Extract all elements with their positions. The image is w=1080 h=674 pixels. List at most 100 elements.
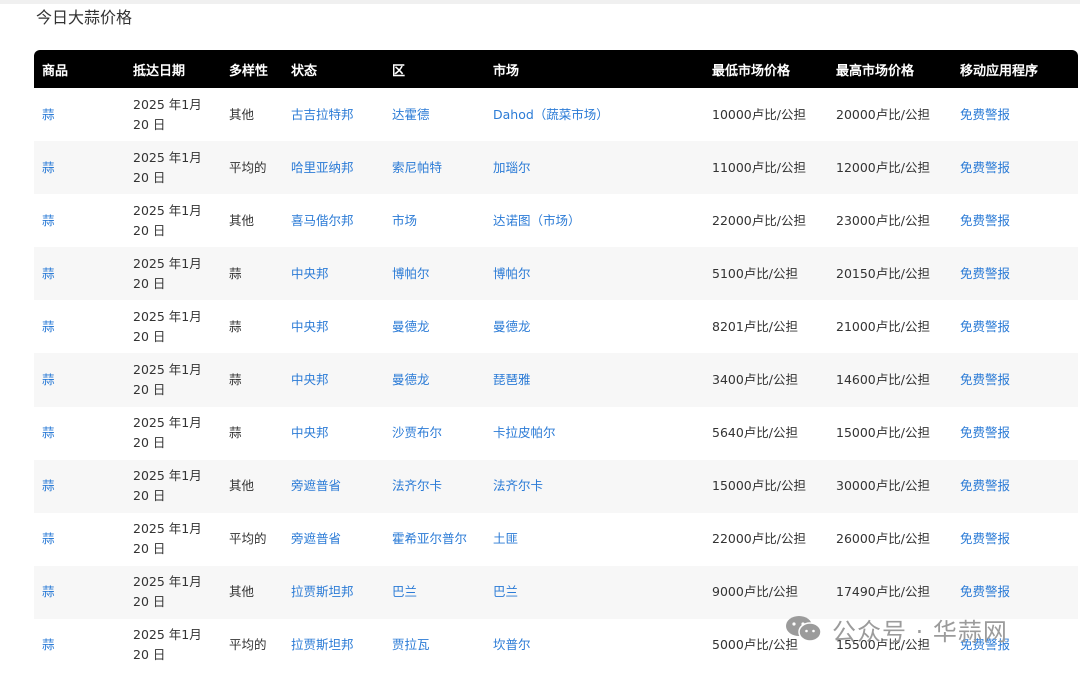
price-table: 商品 抵达日期 多样性 状态 区 市场 最低市场价格 最高市场价格 移动应用程序…: [34, 50, 1078, 673]
col-header-district[interactable]: 区: [384, 50, 485, 88]
cell-commodity[interactable]: 蒜: [42, 637, 55, 652]
cell-free-alert-link[interactable]: 免费警报: [960, 107, 1010, 122]
cell-free-alert-link[interactable]: 免费警报: [960, 319, 1010, 334]
cell-market[interactable]: 加瑙尔: [493, 160, 531, 175]
cell-free-alert-link[interactable]: 免费警报: [960, 160, 1010, 175]
cell-max-price: 17490卢比/公担: [836, 584, 930, 600]
cell-min-price-cell: 15000卢比/公担: [704, 460, 828, 513]
cell-state-cell: 喜马偕尔邦: [283, 194, 384, 247]
table-row: 蒜 2025 年1月 20 日 蒜 中央邦 博帕尔 博帕尔 5100卢比/公担 20150卢比…: [34, 247, 1078, 301]
cell-commodity[interactable]: 蒜: [42, 213, 55, 228]
cell-district-cell: 索尼帕特: [384, 141, 485, 194]
cell-max-price-cell: 15000卢比/公担: [828, 407, 952, 460]
cell-market[interactable]: 曼德龙: [493, 319, 531, 334]
cell-state[interactable]: 中央邦: [291, 425, 329, 440]
cell-min-price: 8201卢比/公担: [712, 318, 799, 334]
cell-district[interactable]: 博帕尔: [392, 266, 430, 281]
cell-free-alert-link[interactable]: 免费警报: [960, 425, 1010, 440]
cell-market[interactable]: 达诺图（市场）: [493, 213, 581, 228]
cell-free-alert-link-cell: 免费警报: [952, 407, 1078, 460]
cell-market-cell: 坎普尔: [485, 619, 704, 672]
cell-state[interactable]: 哈里亚纳邦: [291, 160, 354, 175]
cell-max-price: 20000卢比/公担: [836, 106, 930, 122]
cell-market[interactable]: 博帕尔: [493, 266, 531, 281]
cell-market[interactable]: Dahod（蔬菜市场）: [493, 107, 609, 122]
cell-market[interactable]: 法齐尔卡: [493, 478, 543, 493]
cell-district[interactable]: 市场: [392, 213, 417, 228]
cell-commodity[interactable]: 蒜: [42, 266, 55, 281]
cell-commodity[interactable]: 蒜: [42, 425, 55, 440]
cell-district-cell: 沙贾布尔: [384, 407, 485, 460]
col-header-state[interactable]: 状态: [283, 50, 384, 88]
cell-free-alert-link[interactable]: 免费警报: [960, 213, 1010, 228]
col-header-market[interactable]: 市场: [485, 50, 704, 88]
cell-arrival-date-cell: 2025 年1月 20 日: [125, 300, 221, 353]
cell-state[interactable]: 喜马偕尔邦: [291, 213, 354, 228]
cell-district[interactable]: 曼德龙: [392, 372, 430, 387]
col-header-arrival-date[interactable]: 抵达日期: [125, 50, 221, 88]
cell-market[interactable]: 土匪: [493, 531, 518, 546]
cell-district[interactable]: 巴兰: [392, 584, 417, 599]
cell-state[interactable]: 拉贾斯坦邦: [291, 584, 354, 599]
cell-state[interactable]: 中央邦: [291, 266, 329, 281]
cell-commodity[interactable]: 蒜: [42, 107, 55, 122]
cell-variety: 蒜: [229, 265, 242, 281]
cell-max-price: 12000卢比/公担: [836, 159, 930, 175]
cell-arrival-date: 2025 年1月 20 日: [133, 149, 202, 185]
cell-district[interactable]: 索尼帕特: [392, 160, 442, 175]
cell-arrival-date: 2025 年1月 20 日: [133, 415, 202, 451]
cell-market[interactable]: 巴兰: [493, 584, 518, 599]
cell-district[interactable]: 霍希亚尔普尔: [392, 531, 467, 546]
col-header-min-price[interactable]: 最低市场价格: [704, 50, 828, 88]
cell-market[interactable]: 坎普尔: [493, 637, 531, 652]
cell-state[interactable]: 旁遮普省: [291, 531, 341, 546]
cell-state[interactable]: 旁遮普省: [291, 478, 341, 493]
cell-free-alert-link[interactable]: 免费警报: [960, 266, 1010, 281]
col-header-commodity[interactable]: 商品: [34, 50, 125, 88]
cell-commodity[interactable]: 蒜: [42, 372, 55, 387]
cell-free-alert-link-cell: 免费警报: [952, 247, 1078, 300]
cell-state-cell: 中央邦: [283, 353, 384, 406]
cell-commodity[interactable]: 蒜: [42, 319, 55, 334]
cell-free-alert-link-cell: 免费警报: [952, 566, 1078, 619]
cell-commodity[interactable]: 蒜: [42, 478, 55, 493]
cell-commodity-cell: 蒜: [34, 300, 125, 353]
cell-commodity[interactable]: 蒜: [42, 160, 55, 175]
cell-arrival-date-cell: 2025 年1月 20 日: [125, 353, 221, 406]
cell-arrival-date-cell: 2025 年1月 20 日: [125, 566, 221, 619]
cell-arrival-date-cell: 2025 年1月 20 日: [125, 88, 221, 141]
cell-district[interactable]: 曼德龙: [392, 319, 430, 334]
cell-variety: 平均的: [229, 159, 267, 175]
cell-state[interactable]: 中央邦: [291, 372, 329, 387]
top-divider: [0, 0, 1080, 4]
cell-market-cell: 琵琶雅: [485, 353, 704, 406]
cell-commodity[interactable]: 蒜: [42, 531, 55, 546]
cell-max-price-cell: 12000卢比/公担: [828, 141, 952, 194]
cell-free-alert-link[interactable]: 免费警报: [960, 478, 1010, 493]
cell-free-alert-link[interactable]: 免费警报: [960, 531, 1010, 546]
cell-district[interactable]: 沙贾布尔: [392, 425, 442, 440]
cell-commodity[interactable]: 蒜: [42, 584, 55, 599]
cell-market-cell: 加瑙尔: [485, 141, 704, 194]
cell-market[interactable]: 卡拉皮帕尔: [493, 425, 556, 440]
cell-state[interactable]: 中央邦: [291, 319, 329, 334]
cell-max-price-cell: 15500卢比/公担: [828, 619, 952, 672]
cell-max-price-cell: 23000卢比/公担: [828, 194, 952, 247]
cell-district[interactable]: 贾拉瓦: [392, 637, 430, 652]
cell-free-alert-link-cell: 免费警报: [952, 353, 1078, 406]
cell-free-alert-link[interactable]: 免费警报: [960, 372, 1010, 387]
cell-free-alert-link-cell: 免费警报: [952, 194, 1078, 247]
cell-variety-cell: 其他: [221, 194, 283, 247]
col-header-variety[interactable]: 多样性: [221, 50, 283, 88]
cell-state[interactable]: 拉贾斯坦邦: [291, 637, 354, 652]
cell-district[interactable]: 法齐尔卡: [392, 478, 442, 493]
cell-state[interactable]: 古吉拉特邦: [291, 107, 354, 122]
cell-market[interactable]: 琵琶雅: [493, 372, 531, 387]
page-title: 今日大蒜价格: [36, 8, 133, 27]
cell-free-alert-link[interactable]: 免费警报: [960, 584, 1010, 599]
cell-district[interactable]: 达霍德: [392, 107, 430, 122]
cell-free-alert-link[interactable]: 免费警报: [960, 637, 1010, 652]
cell-arrival-date-cell: 2025 年1月 20 日: [125, 407, 221, 460]
col-header-mobile-app[interactable]: 移动应用程序: [952, 50, 1078, 88]
col-header-max-price[interactable]: 最高市场价格: [828, 50, 952, 88]
